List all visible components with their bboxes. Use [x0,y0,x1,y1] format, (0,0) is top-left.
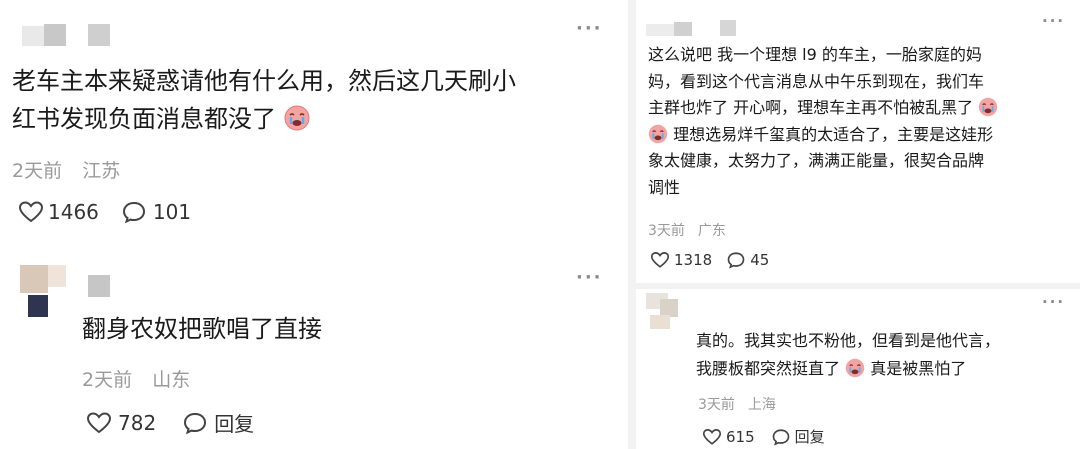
comment-actions: 782 回复 [86,408,254,437]
crying-face-emoji [978,97,998,117]
comment-text-line: 红书发现负面消息都没了 [12,100,612,138]
avatar-blurred[interactable] [646,293,690,329]
comment-time: 2天前 [12,160,63,182]
comment-text-line: 调性 [648,177,681,197]
like-count: 1466 [48,200,99,224]
comment-location: 上海 [747,397,776,413]
comment-meta: 3天前 广东 [648,220,726,240]
comment-meta: 2天前 江苏 [12,156,120,183]
comment-text-part: 理想选易烊千玺真的太适合了，主要是这娃形 [673,124,994,144]
crying-face-emoji [845,358,865,378]
reply-button[interactable]: 101 [121,200,191,224]
comment-card: ··· 这么说吧 我一个理想 l9 的车主，一胎家庭的妈 妈，看到这个代言消息从… [636,0,1080,285]
comment-actions: 615 回复 [702,426,825,447]
comment-bubble-icon [772,428,789,446]
comment-text-line: 妈，看到这个代言消息从中午乐到现在，我们车 [648,71,985,91]
heart-outline-icon [18,201,44,223]
more-options-icon[interactable]: ··· [1042,293,1065,311]
comment-meta: 3天前 上海 [698,394,776,414]
reply-label: 回复 [214,412,255,436]
reply-button[interactable]: 回复 [771,426,825,447]
like-button[interactable]: 615 [702,428,755,446]
reply-label: 回复 [794,428,825,446]
comment-text-part: 真是被黑怕了 [870,359,967,378]
comment-actions: 1466 101 [18,200,191,224]
comment-text-line: 这么说吧 我一个理想 l9 的车主，一胎家庭的妈 [648,45,982,64]
comment-text-part: 红书发现负面消息都没了 [12,105,276,133]
heart-outline-icon [702,428,722,445]
reply-button[interactable]: 回复 [182,408,254,437]
comment-time: 2天前 [82,369,133,391]
like-button[interactable]: 782 [86,411,156,435]
reply-count: 45 [750,251,770,269]
comment-time: 3天前 [648,223,685,239]
avatar-blurred[interactable] [20,265,120,317]
comment-text: 翻身农奴把歌唱了直接 [82,315,322,343]
comment-bubble-icon [184,412,207,434]
like-button[interactable]: 1466 [18,200,99,224]
comment-location: 江苏 [82,160,121,182]
comment-time: 3天前 [698,397,735,413]
comment-card: ··· 老车主本来疑惑请他有什么用，然后这几天刷小 红书发现负面消息都没了 2天… [0,0,628,240]
comment-card: ··· 翻身农奴把歌唱了直接 2天前 山东 782 回复 [0,255,628,449]
comment-text-part: 主群也炸了 开心啊，理想车主再不怕被乱黑了 [648,98,974,117]
comment-bubble-icon [122,201,145,224]
comment-text-line: 理想选易烊千玺真的太适合了，主要是这娃形 [648,122,1074,149]
heart-outline-icon [650,252,670,268]
comment-actions: 1318 45 [650,251,769,269]
like-count: 615 [726,427,755,446]
like-count: 1318 [674,251,713,269]
avatar-blurred[interactable] [22,24,112,48]
like-count: 782 [118,410,157,435]
comment-meta: 2天前 山东 [82,365,190,392]
comment-card: ··· 真的。我其实也不粉他，但看到是他代言， 我腰板都突然挺直了 真是被黑怕了… [636,289,1080,449]
comment-text-part: 我腰板都突然挺直了 [696,359,841,378]
reply-button[interactable]: 45 [726,251,769,269]
reply-count: 101 [152,200,192,224]
comment-text-line: 主群也炸了 开心啊，理想车主再不怕被乱黑了 [648,95,1074,122]
avatar-blurred[interactable] [646,20,736,38]
comment-text-line: 老车主本来疑惑请他有什么用，然后这几天刷小 [12,67,516,95]
heart-outline-icon [86,411,112,433]
right-screenshot-panel: ··· 这么说吧 我一个理想 l9 的车主，一胎家庭的妈 妈，看到这个代言消息从… [636,0,1080,449]
panel-divider [628,0,636,449]
comment-location: 广东 [697,223,726,239]
more-options-icon[interactable]: ··· [576,18,603,39]
comment-text-line: 象太健康，太努力了，满满正能量，很契合品牌 [648,151,985,170]
comment-text-line: 真的。我其实也不粉他，但看到是他代言， [696,331,1001,350]
comment-text-line: 我腰板都突然挺直了 真是被黑怕了 [696,355,1076,383]
comment-text: 这么说吧 我一个理想 l9 的车主，一胎家庭的妈 妈，看到这个代言消息从中午乐到… [648,42,1074,201]
comment-bubble-icon [727,252,745,269]
more-options-icon[interactable]: ··· [1042,12,1065,30]
comment-location: 山东 [152,369,191,391]
left-screenshot-panel: ··· 老车主本来疑惑请他有什么用，然后这几天刷小 红书发现负面消息都没了 2天… [0,0,628,449]
comment-text: 老车主本来疑惑请他有什么用，然后这几天刷小 红书发现负面消息都没了 [12,62,612,138]
crying-face-emoji [648,124,668,143]
like-button[interactable]: 1318 [650,251,712,269]
comment-text: 真的。我其实也不粉他，但看到是他代言， 我腰板都突然挺直了 真是被黑怕了 [696,327,1076,383]
more-options-icon[interactable]: ··· [576,267,603,288]
crying-face-emoji [284,105,310,131]
